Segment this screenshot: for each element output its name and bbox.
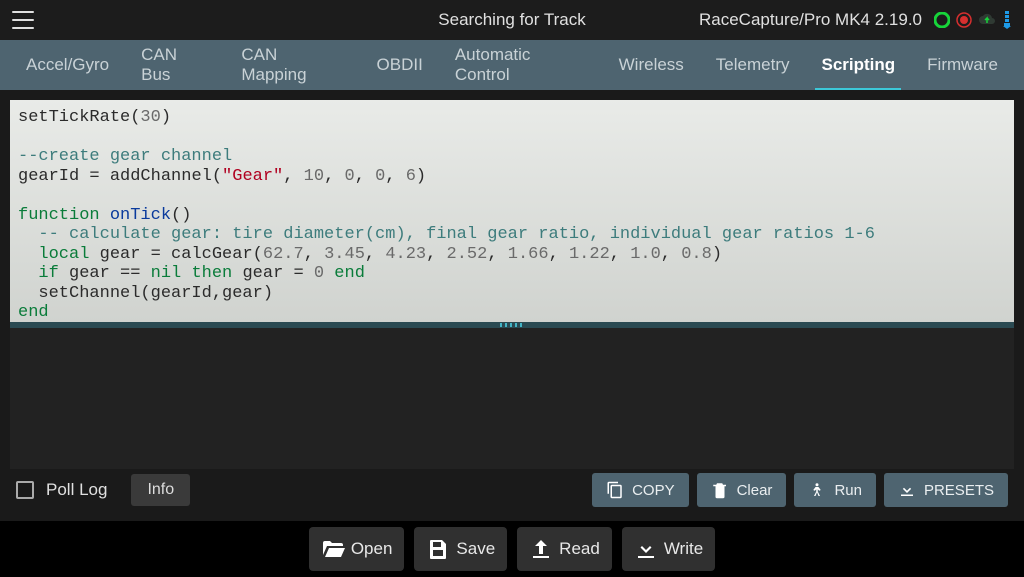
- app-root: Searching for Track RaceCapture/Pro MK4 …: [0, 0, 1024, 577]
- save-label: Save: [456, 539, 495, 559]
- write-button[interactable]: Write: [622, 527, 715, 571]
- open-label: Open: [351, 539, 393, 559]
- signal-status-icon: [1002, 11, 1012, 29]
- copy-icon: [606, 481, 624, 499]
- write-label: Write: [664, 539, 703, 559]
- log-output[interactable]: [10, 328, 1014, 469]
- poll-log-label: Poll Log: [46, 480, 107, 500]
- download-to-device-icon: [634, 537, 658, 561]
- tab-firmware[interactable]: Firmware: [911, 40, 1014, 90]
- read-button[interactable]: Read: [517, 527, 612, 571]
- save-icon: [426, 537, 450, 561]
- copy-label: COPY: [632, 482, 675, 499]
- tab-bar: Accel/GyroCAN BusCAN MappingOBDIIAutomat…: [0, 40, 1024, 90]
- editor-controls: Poll Log Info COPY Clear Run PRESETS: [10, 469, 1014, 511]
- header-bar: Searching for Track RaceCapture/Pro MK4 …: [0, 0, 1024, 40]
- presets-label: PRESETS: [924, 482, 994, 499]
- tab-wireless[interactable]: Wireless: [603, 40, 700, 90]
- read-label: Read: [559, 539, 600, 559]
- tab-canbus[interactable]: CAN Bus: [125, 40, 225, 90]
- gps-status-icon: [956, 12, 972, 28]
- tab-canmap[interactable]: CAN Mapping: [225, 40, 360, 90]
- tab-telemetry[interactable]: Telemetry: [700, 40, 806, 90]
- folder-open-icon: [321, 537, 345, 561]
- run-label: Run: [834, 482, 862, 499]
- open-button[interactable]: Open: [309, 527, 405, 571]
- info-button[interactable]: Info: [131, 474, 190, 506]
- run-icon: [808, 481, 826, 499]
- script-editor[interactable]: setTickRate(30) --create gear channelgea…: [10, 100, 1014, 322]
- file-actions: Open Save Read Write: [0, 521, 1024, 577]
- main-body: setTickRate(30) --create gear channelgea…: [0, 90, 1024, 521]
- tab-obdii[interactable]: OBDII: [361, 40, 439, 90]
- download-icon: [898, 481, 916, 499]
- menu-icon[interactable]: [12, 11, 34, 29]
- cloud-status-icon: [978, 13, 996, 27]
- upload-icon: [529, 537, 553, 561]
- tab-scripting[interactable]: Scripting: [805, 40, 911, 90]
- record-status-icon: [934, 12, 950, 28]
- device-label: RaceCapture/Pro MK4 2.19.0: [699, 10, 922, 30]
- run-button[interactable]: Run: [794, 473, 876, 507]
- trash-icon: [711, 481, 729, 499]
- copy-button[interactable]: COPY: [592, 473, 689, 507]
- clear-button[interactable]: Clear: [697, 473, 787, 507]
- status-icons: [934, 11, 1012, 29]
- presets-button[interactable]: PRESETS: [884, 473, 1008, 507]
- poll-log-checkbox[interactable]: [16, 481, 34, 499]
- header-title: Searching for Track: [438, 10, 585, 30]
- splitter-handle[interactable]: [10, 322, 1014, 328]
- tab-accel[interactable]: Accel/Gyro: [10, 40, 125, 90]
- save-button[interactable]: Save: [414, 527, 507, 571]
- tab-auto[interactable]: Automatic Control: [439, 40, 603, 90]
- clear-label: Clear: [737, 482, 773, 499]
